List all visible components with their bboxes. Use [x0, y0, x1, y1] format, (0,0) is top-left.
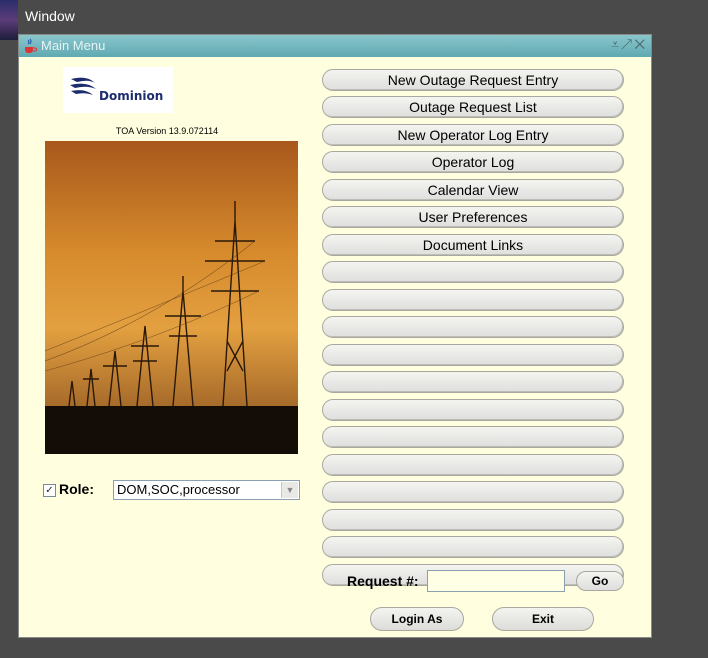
- version-label: TOA Version 13.9.072114: [115, 126, 219, 136]
- desktop-thumbnail: [0, 0, 18, 40]
- empty-menu-button[interactable]: [322, 536, 624, 558]
- new-operator-log-entry-button[interactable]: New Operator Log Entry: [322, 124, 624, 146]
- request-number-input[interactable]: [427, 570, 565, 592]
- empty-menu-button[interactable]: [322, 289, 624, 311]
- main-menu-window: Main Menu ⩡↗✕ Dominion TOA Version 13.9.…: [18, 34, 652, 638]
- dominion-logo: Dominion: [63, 67, 173, 113]
- maximize-icon[interactable]: ↗: [621, 36, 634, 52]
- request-number-label: Request #:: [347, 573, 419, 589]
- logo-text: Dominion: [99, 89, 164, 103]
- empty-menu-button[interactable]: [322, 426, 624, 448]
- calendar-view-button[interactable]: Calendar View: [322, 179, 624, 201]
- login-as-button[interactable]: Login As: [370, 607, 464, 631]
- menu-window[interactable]: Window: [25, 8, 75, 24]
- window-title: Main Menu: [41, 38, 106, 53]
- close-icon[interactable]: ✕: [634, 36, 647, 52]
- role-checkbox[interactable]: ✓: [43, 484, 56, 497]
- minimize-icon[interactable]: ⩡: [611, 36, 621, 52]
- titlebar: Main Menu ⩡↗✕: [19, 35, 651, 57]
- role-label: Role:: [59, 481, 94, 497]
- empty-menu-button[interactable]: [322, 371, 624, 393]
- menubar: Window: [0, 0, 708, 40]
- window-controls: ⩡↗✕: [611, 36, 647, 53]
- document-links-button[interactable]: Document Links: [322, 234, 624, 256]
- empty-menu-button[interactable]: [322, 454, 624, 476]
- empty-menu-button[interactable]: [322, 509, 624, 531]
- java-cup-icon: [25, 38, 37, 53]
- transmission-tower-photo: [45, 141, 298, 454]
- chevron-down-icon[interactable]: ▼: [281, 482, 298, 498]
- go-button[interactable]: Go: [576, 571, 624, 591]
- exit-button[interactable]: Exit: [492, 607, 594, 631]
- empty-menu-button[interactable]: [322, 316, 624, 338]
- operator-log-button[interactable]: Operator Log: [322, 151, 624, 173]
- empty-menu-button[interactable]: [322, 481, 624, 503]
- user-preferences-button[interactable]: User Preferences: [322, 206, 624, 228]
- empty-menu-button[interactable]: [322, 399, 624, 421]
- empty-menu-button[interactable]: [322, 261, 624, 283]
- role-value: DOM,SOC,processor: [117, 482, 240, 497]
- role-select[interactable]: DOM,SOC,processor ▼: [113, 480, 300, 500]
- new-outage-request-entry-button[interactable]: New Outage Request Entry: [322, 69, 624, 91]
- dominion-swoosh-icon: [70, 77, 96, 95]
- empty-menu-button[interactable]: [322, 344, 624, 366]
- outage-request-list-button[interactable]: Outage Request List: [322, 96, 624, 118]
